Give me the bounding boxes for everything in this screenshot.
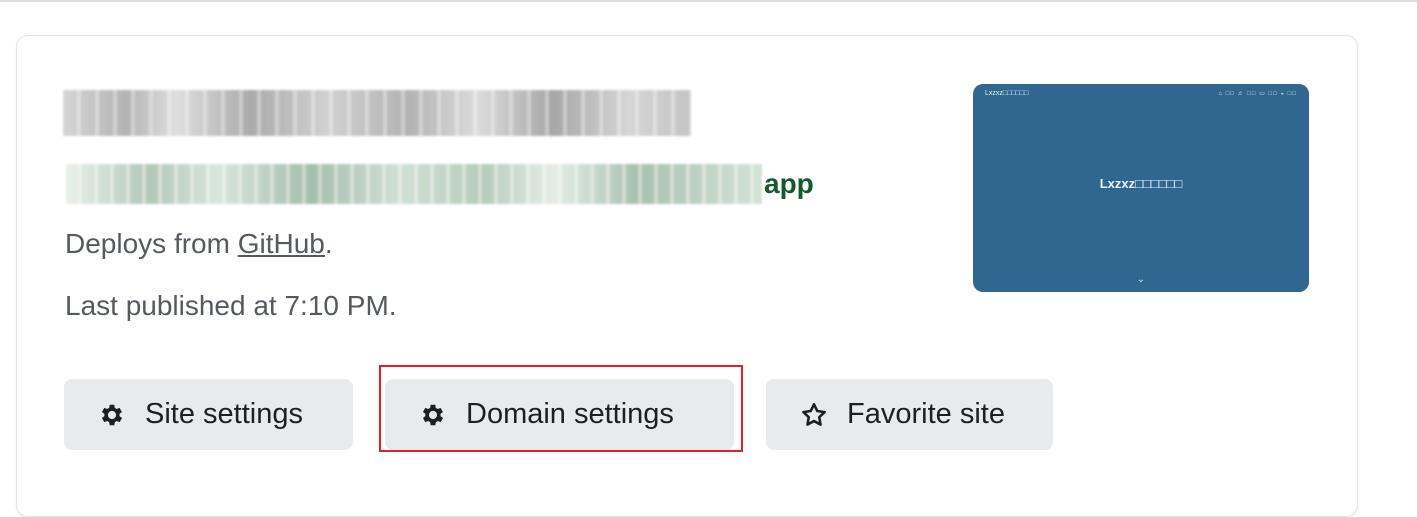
last-published-text: Last published at 7:10 PM.: [65, 290, 397, 321]
github-link[interactable]: GitHub: [238, 228, 325, 259]
site-settings-label: Site settings: [145, 398, 303, 430]
site-url-suffix[interactable]: app: [764, 168, 814, 200]
gear-icon: [419, 401, 447, 429]
domain-settings-button[interactable]: Domain settings: [385, 379, 734, 450]
deploys-prefix: Deploys from: [65, 228, 238, 259]
gear-icon: [98, 401, 126, 429]
site-preview-thumbnail[interactable]: Lxzxz□□□□□□ ⌂ □□ ♬ □□ ▭ □□ ◒ □□ Lxzxz□□□…: [973, 84, 1309, 292]
domain-settings-label: Domain settings: [466, 398, 674, 430]
top-divider: [0, 0, 1417, 2]
site-settings-button[interactable]: Site settings: [64, 379, 353, 450]
site-url-link[interactable]: app: [66, 160, 814, 208]
favorite-site-button[interactable]: Favorite site: [766, 379, 1053, 450]
preview-brand: Lxzxz□□□□□□: [985, 90, 1029, 97]
star-outline-icon: [800, 401, 828, 429]
preview-nav: ⌂ □□ ♬ □□ ▭ □□ ◒ □□: [1218, 91, 1297, 97]
deploy-source-text: Deploys from GitHub.: [65, 228, 333, 260]
preview-title: Lxzxz□□□□□□: [1099, 176, 1183, 191]
site-name-redacted: [63, 90, 691, 136]
favorite-site-label: Favorite site: [847, 398, 1005, 430]
deploys-suffix: .: [324, 228, 333, 259]
preview-chevron-down-icon: ⌄: [1136, 274, 1146, 285]
site-url-redacted: [66, 164, 762, 204]
